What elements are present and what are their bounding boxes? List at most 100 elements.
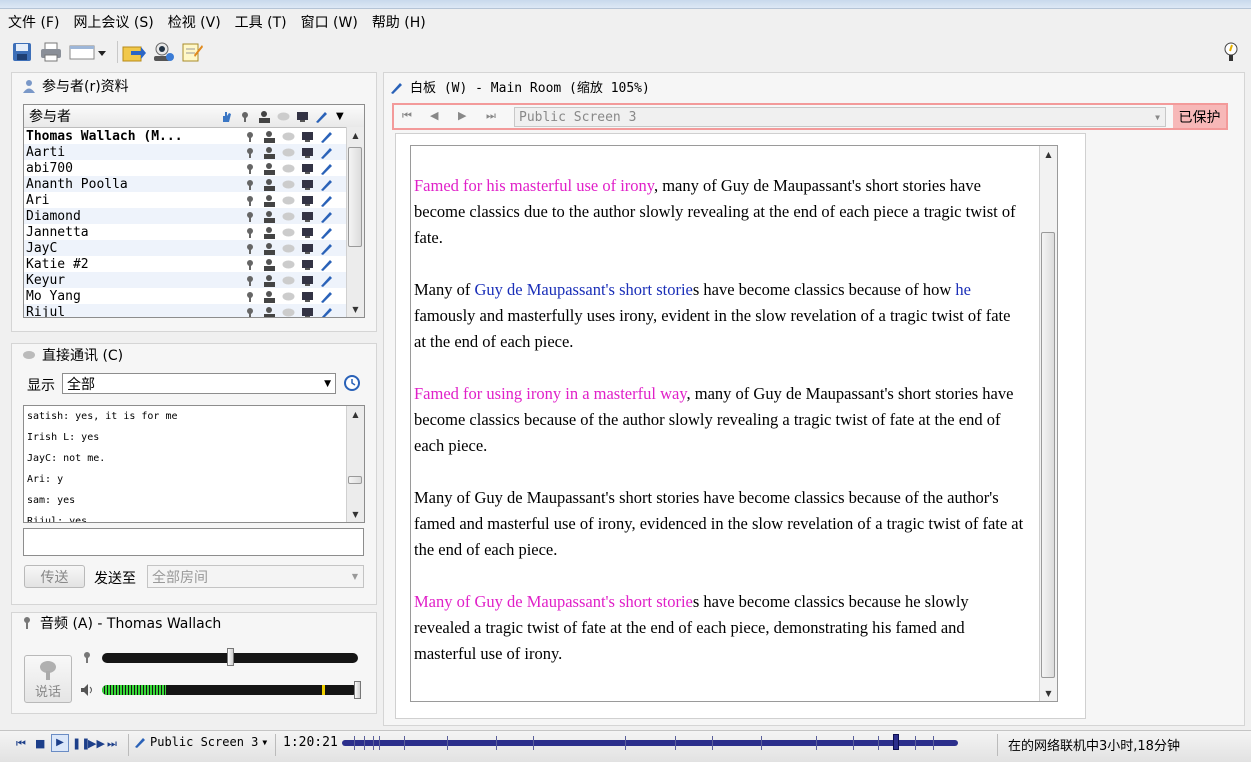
screen-status-icon[interactable] bbox=[301, 210, 314, 223]
mic-status-icon[interactable] bbox=[244, 290, 257, 303]
speaker-level-bar[interactable] bbox=[102, 685, 358, 695]
mic-status-icon[interactable] bbox=[244, 274, 257, 287]
user-status-icon[interactable] bbox=[263, 274, 276, 287]
user-status-icon[interactable] bbox=[263, 258, 276, 271]
mic-status-icon[interactable] bbox=[244, 242, 257, 255]
scrollbar-thumb[interactable] bbox=[348, 147, 362, 247]
playback-screen-select[interactable]: Public Screen 3 ▼ bbox=[134, 735, 267, 749]
screen-status-icon[interactable] bbox=[301, 178, 314, 191]
chat-status-icon[interactable] bbox=[282, 146, 295, 159]
menu-tools[interactable]: 工具 (T) bbox=[235, 12, 287, 32]
chat-status-icon[interactable] bbox=[282, 258, 295, 271]
pen-column-icon[interactable] bbox=[315, 110, 328, 123]
document-scrollbar[interactable]: ▲ ▼ bbox=[1039, 146, 1057, 701]
mic-status-icon[interactable] bbox=[244, 162, 257, 175]
stop-icon[interactable]: ■ bbox=[35, 737, 45, 750]
participant-row[interactable]: Aarti bbox=[24, 144, 364, 160]
scrollbar-thumb[interactable] bbox=[1041, 232, 1055, 678]
clock-icon[interactable] bbox=[344, 375, 360, 395]
mic-status-icon[interactable] bbox=[244, 226, 257, 239]
chat-show-select[interactable]: 全部 ▼ bbox=[62, 373, 336, 394]
screen-status-icon[interactable] bbox=[301, 258, 314, 271]
scroll-down-icon[interactable]: ▼ bbox=[347, 301, 364, 317]
screen-status-icon[interactable] bbox=[301, 226, 314, 239]
chat-status-icon[interactable] bbox=[282, 274, 295, 287]
rewind-start-icon[interactable]: ⏮ bbox=[16, 737, 26, 751]
mic-status-icon[interactable] bbox=[244, 130, 257, 143]
user-status-icon[interactable] bbox=[263, 226, 276, 239]
screen-status-icon[interactable] bbox=[301, 306, 314, 319]
chat-status-icon[interactable] bbox=[282, 290, 295, 303]
playback-timeline[interactable] bbox=[342, 736, 958, 750]
participant-row[interactable]: JayC bbox=[24, 240, 364, 256]
participant-row[interactable]: Katie #2 bbox=[24, 256, 364, 272]
chat-status-icon[interactable] bbox=[282, 306, 295, 319]
chat-input[interactable] bbox=[23, 528, 364, 556]
participant-row[interactable]: Ari bbox=[24, 192, 364, 208]
scroll-up-icon[interactable]: ▲ bbox=[347, 127, 364, 143]
mic-status-icon[interactable] bbox=[244, 306, 257, 319]
speaker-slider-handle[interactable] bbox=[354, 681, 361, 699]
menu-meeting[interactable]: 网上会议 (S) bbox=[73, 12, 153, 32]
mic-slider-handle[interactable] bbox=[227, 648, 234, 666]
pen-status-icon[interactable] bbox=[320, 306, 333, 319]
screen-status-icon[interactable] bbox=[301, 130, 314, 143]
mic-status-icon[interactable] bbox=[244, 210, 257, 223]
pen-status-icon[interactable] bbox=[320, 130, 333, 143]
column-menu-chevron-icon[interactable]: ▼ bbox=[336, 111, 344, 122]
chat-status-icon[interactable] bbox=[282, 178, 295, 191]
chat-status-icon[interactable] bbox=[282, 130, 295, 143]
chat-log[interactable]: satish: yes, it is for me Irish L: yes Jay… bbox=[23, 405, 365, 523]
user-column-icon[interactable] bbox=[258, 110, 271, 123]
participant-row[interactable]: Rijul bbox=[24, 304, 364, 319]
chat-status-icon[interactable] bbox=[282, 242, 295, 255]
participant-row[interactable]: Mo Yang bbox=[24, 288, 364, 304]
fast-forward-icon[interactable]: ▶▶ bbox=[88, 737, 105, 750]
participant-row[interactable]: Diamond bbox=[24, 208, 364, 224]
chat-status-icon[interactable] bbox=[282, 194, 295, 207]
pen-status-icon[interactable] bbox=[320, 210, 333, 223]
share-icon[interactable] bbox=[122, 40, 146, 64]
mic-status-icon[interactable] bbox=[244, 194, 257, 207]
pen-status-icon[interactable] bbox=[320, 178, 333, 191]
raise-hand-icon[interactable] bbox=[220, 110, 233, 123]
participant-row[interactable]: Jannetta bbox=[24, 224, 364, 240]
user-status-icon[interactable] bbox=[263, 194, 276, 207]
previous-page-icon[interactable]: ◀ bbox=[430, 109, 438, 122]
help-icon[interactable] bbox=[1219, 40, 1243, 64]
layout-icon[interactable] bbox=[68, 40, 108, 64]
whiteboard-document[interactable]: Famed for his masterful use of irony, ma… bbox=[410, 145, 1058, 702]
user-status-icon[interactable] bbox=[263, 210, 276, 223]
screen-status-icon[interactable] bbox=[301, 274, 314, 287]
pen-status-icon[interactable] bbox=[320, 194, 333, 207]
scroll-up-icon[interactable]: ▲ bbox=[1040, 146, 1057, 162]
menu-view[interactable]: 检视 (V) bbox=[168, 12, 221, 32]
menu-help[interactable]: 帮助 (H) bbox=[372, 12, 426, 32]
participant-column-label[interactable]: 参与者 bbox=[24, 106, 209, 126]
pen-status-icon[interactable] bbox=[320, 258, 333, 271]
mic-status-icon[interactable] bbox=[244, 178, 257, 191]
timeline-position-handle[interactable] bbox=[893, 734, 900, 750]
screen-status-icon[interactable] bbox=[301, 194, 314, 207]
print-icon[interactable] bbox=[39, 40, 63, 64]
pen-status-icon[interactable] bbox=[320, 290, 333, 303]
next-page-icon[interactable]: ▶ bbox=[458, 109, 466, 122]
user-status-icon[interactable] bbox=[263, 146, 276, 159]
participant-row[interactable]: Keyur bbox=[24, 272, 364, 288]
user-status-icon[interactable] bbox=[263, 242, 276, 255]
send-button[interactable]: 传送 bbox=[24, 565, 85, 588]
screen-column-icon[interactable] bbox=[296, 110, 309, 123]
notes-icon[interactable] bbox=[180, 40, 204, 64]
scroll-up-icon[interactable]: ▲ bbox=[347, 406, 364, 422]
pen-status-icon[interactable] bbox=[320, 274, 333, 287]
scroll-down-icon[interactable]: ▼ bbox=[347, 506, 364, 522]
pen-status-icon[interactable] bbox=[320, 146, 333, 159]
user-status-icon[interactable] bbox=[263, 306, 276, 319]
menu-window[interactable]: 窗口 (W) bbox=[301, 12, 358, 32]
screen-status-icon[interactable] bbox=[301, 242, 314, 255]
screen-status-icon[interactable] bbox=[301, 146, 314, 159]
participants-scrollbar[interactable]: ▲ ▼ bbox=[346, 127, 364, 317]
chat-scrollbar[interactable]: ▲ ▼ bbox=[346, 406, 364, 522]
user-status-icon[interactable] bbox=[263, 290, 276, 303]
user-status-icon[interactable] bbox=[263, 162, 276, 175]
